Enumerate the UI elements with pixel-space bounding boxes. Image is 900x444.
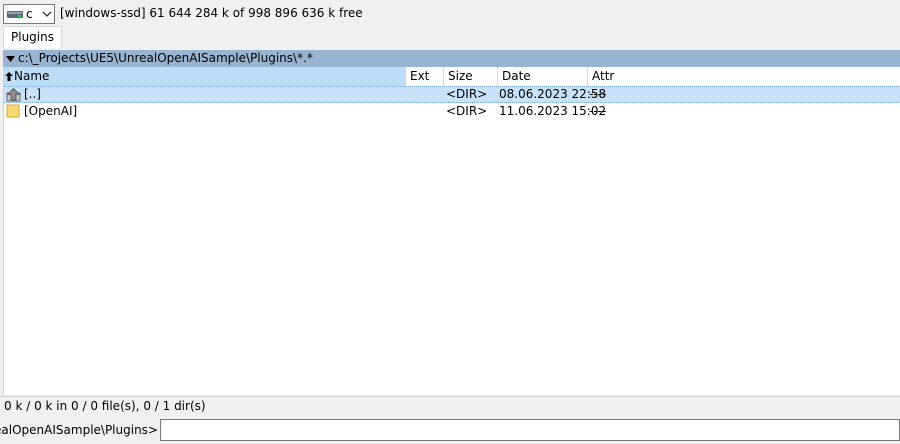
- sort-ascending-icon: [5, 72, 13, 81]
- command-line: c:\_Projects\UE5\UnrealOpenAISample\Plug…: [0, 418, 900, 444]
- path-bar[interactable]: c:\_Projects\UE5\UnrealOpenAISample\Plug…: [3, 50, 900, 67]
- file-name: [..]: [24, 87, 41, 101]
- column-headers: Name Ext Size Date Attr: [4, 67, 900, 86]
- file-size: <DIR>: [446, 87, 488, 101]
- column-header-size[interactable]: Size: [444, 67, 498, 86]
- file-attr: ----: [589, 104, 607, 118]
- file-row-parent[interactable]: [..] <DIR> 08.06.2023 22:58 ----: [4, 86, 900, 103]
- drive-letter: c: [26, 7, 33, 21]
- column-header-date[interactable]: Date: [498, 67, 588, 86]
- column-header-name[interactable]: Name: [4, 67, 406, 86]
- file-size: <DIR>: [446, 104, 488, 118]
- drive-icon: [7, 11, 23, 18]
- drive-bar: c [windows-ssd] 61 644 284 k of 998 896 …: [0, 0, 900, 28]
- column-header-ext[interactable]: Ext: [406, 67, 444, 86]
- column-header-attr[interactable]: Attr: [588, 67, 900, 86]
- chevron-down-icon: [42, 11, 52, 17]
- file-attr: ----: [589, 87, 607, 101]
- file-row-openai[interactable]: [OpenAI] <DIR> 11.06.2023 15:02 ----: [4, 103, 900, 120]
- drive-selector[interactable]: c: [3, 4, 55, 24]
- tab-plugins[interactable]: Plugins: [3, 26, 62, 48]
- command-prompt: c:\_Projects\UE5\UnrealOpenAISample\Plug…: [0, 423, 158, 437]
- up-folder-icon: [6, 88, 21, 102]
- file-name: [OpenAI]: [24, 104, 78, 118]
- file-panel[interactable]: Name Ext Size Date Attr [..] <DIR> 08.06…: [3, 67, 900, 395]
- drive-space-info: [windows-ssd] 61 644 284 k of 998 896 63…: [60, 6, 363, 20]
- current-path: c:\_Projects\UE5\UnrealOpenAISample\Plug…: [18, 51, 313, 65]
- column-header-name-label: Name: [14, 69, 50, 83]
- tab-bar: Plugins: [0, 26, 900, 48]
- folder-icon: [6, 104, 20, 118]
- command-input[interactable]: [160, 419, 900, 441]
- history-dropdown-icon[interactable]: [6, 56, 15, 62]
- status-bar: 0 k / 0 k in 0 / 0 file(s), 0 / 1 dir(s): [0, 396, 900, 416]
- status-text: 0 k / 0 k in 0 / 0 file(s), 0 / 1 dir(s): [4, 399, 206, 413]
